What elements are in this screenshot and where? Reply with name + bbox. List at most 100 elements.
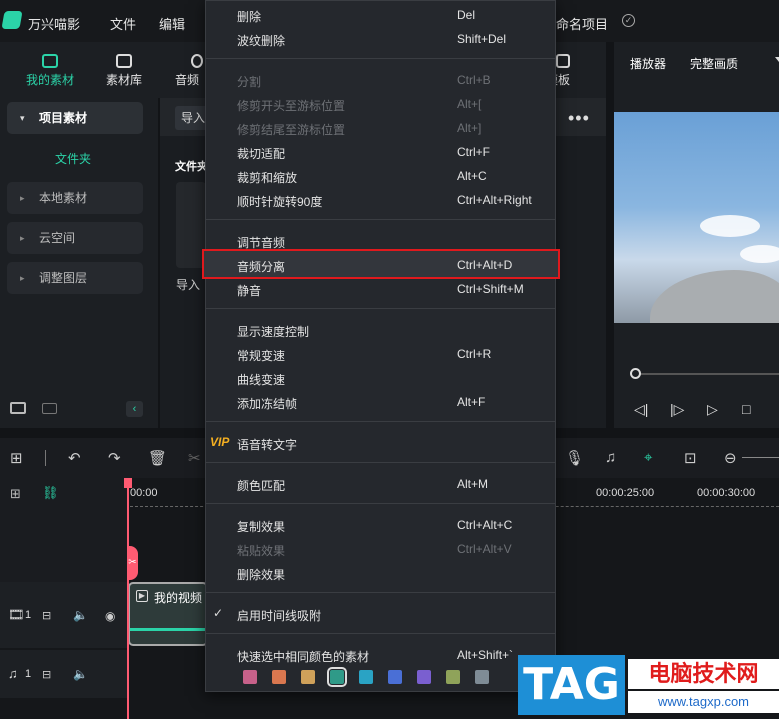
- menu-item-delete[interactable]: 删除: [237, 8, 261, 25]
- layout-icon[interactable]: ⊞: [10, 449, 23, 467]
- menu-item-show-speed[interactable]: 显示速度控制: [237, 323, 309, 340]
- quality-select[interactable]: 完整画质: [690, 55, 738, 72]
- menu-shortcut: Ctrl+Shift+M: [457, 282, 524, 296]
- menu-shortcut: Alt+F: [457, 395, 486, 409]
- menu-item-trim-end[interactable]: 修剪结尾至游标位置: [237, 121, 345, 138]
- chevron-down-icon[interactable]: [775, 57, 779, 62]
- sidebar-item-adjustment-layer[interactable]: 调整图层: [7, 262, 143, 294]
- menu-shortcut: Alt+[: [457, 97, 482, 111]
- delete-icon[interactable]: 🗑: [148, 449, 167, 467]
- menu-edit[interactable]: 编辑: [159, 14, 185, 33]
- audio-edit-icon[interactable]: ♫: [605, 449, 616, 466]
- template-icon: [556, 54, 570, 68]
- menu-item-select-same-color[interactable]: 快速选中相同颜色的素材: [237, 648, 369, 665]
- menu-item-trim-start[interactable]: 修剪开头至游标位置: [237, 97, 345, 114]
- menu-separator: [205, 592, 556, 593]
- audio-track-number: 1: [25, 668, 32, 680]
- zoom-out-icon[interactable]: ⊖: [724, 449, 737, 467]
- menu-separator: [205, 58, 556, 59]
- tab-my-media[interactable]: 我的素材: [15, 42, 85, 98]
- color-swatch[interactable]: [359, 670, 373, 684]
- fit-icon[interactable]: ⊡: [684, 449, 697, 467]
- tab-stock-media[interactable]: 素材库: [89, 42, 159, 98]
- menu-item-freeze-frame[interactable]: 添加冻结帧: [237, 395, 297, 412]
- collapse-sidebar-button[interactable]: ‹: [126, 401, 143, 417]
- play-icon[interactable]: ▷: [707, 401, 718, 418]
- more-options-icon[interactable]: •••: [568, 108, 590, 129]
- redo-icon[interactable]: ↷: [108, 449, 121, 467]
- color-swatch[interactable]: [446, 670, 460, 684]
- undo-icon[interactable]: ↶: [68, 449, 81, 467]
- prev-frame-icon[interactable]: ◁|: [634, 401, 648, 418]
- menu-item-timeline-snap[interactable]: 启用时间线吸附: [237, 607, 321, 624]
- stop-icon[interactable]: □: [742, 401, 750, 417]
- menu-item-detach-audio[interactable]: 音频分离: [237, 258, 285, 275]
- clip-audio-bar: [130, 628, 206, 631]
- color-swatch[interactable]: [272, 670, 286, 684]
- color-swatch[interactable]: [388, 670, 402, 684]
- vip-badge: VIP: [210, 435, 230, 449]
- menu-separator: [205, 633, 556, 634]
- menu-item-color-match[interactable]: 颜色匹配: [237, 477, 285, 494]
- menu-item-speed-ramp[interactable]: 曲线变速: [237, 371, 285, 388]
- link-icon[interactable]: ⛓: [42, 485, 59, 501]
- menu-item-ripple-delete[interactable]: 波纹删除: [237, 32, 285, 49]
- app-name: 万兴喵影: [28, 17, 81, 32]
- snap-icon[interactable]: ⌖: [644, 449, 652, 466]
- new-folder-icon[interactable]: [10, 402, 26, 414]
- menu-shortcut: Ctrl+F: [457, 145, 490, 159]
- folder-icon[interactable]: [42, 403, 57, 414]
- menu-item-uniform-speed[interactable]: 常规变速: [237, 347, 285, 364]
- sidebar-item-local-media[interactable]: 本地素材: [7, 182, 143, 214]
- add-track-icon[interactable]: ⊞: [10, 486, 21, 502]
- scrub-track[interactable]: [634, 373, 779, 375]
- scrub-handle[interactable]: [630, 368, 641, 379]
- color-swatch[interactable]: [301, 670, 315, 684]
- playhead[interactable]: [127, 478, 129, 719]
- split-marker[interactable]: ✂: [127, 546, 138, 580]
- color-swatch[interactable]: [327, 667, 347, 687]
- menu-item-paste-effect[interactable]: 粘贴效果: [237, 542, 285, 559]
- cut-icon[interactable]: ✂: [188, 449, 201, 467]
- menu-item-crop-zoom[interactable]: 裁剪和缩放: [237, 169, 297, 186]
- menu-shortcut: Ctrl+Alt+Right: [457, 193, 532, 207]
- menu-separator: [205, 421, 556, 422]
- volume-icon[interactable]: 🔈: [73, 608, 88, 622]
- menu-item-delete-effect[interactable]: 删除效果: [237, 566, 285, 583]
- lock-icon[interactable]: ⊟: [42, 668, 51, 681]
- menu-item-split[interactable]: 分割: [237, 73, 261, 90]
- color-swatch[interactable]: [243, 670, 257, 684]
- lock-icon[interactable]: ⊟: [42, 609, 51, 622]
- sidebar-item-cloud[interactable]: 云空间: [7, 222, 143, 254]
- menu-item-crop-fit[interactable]: 裁切适配: [237, 145, 285, 162]
- color-swatch[interactable]: [475, 670, 489, 684]
- menu-item-speech-to-text[interactable]: 语音转文字: [237, 436, 297, 453]
- volume-icon[interactable]: 🔈: [73, 667, 88, 681]
- tab-templates[interactable]: 模板: [556, 42, 606, 98]
- cloud-shape: [740, 245, 779, 263]
- video-track-number: 1: [25, 609, 32, 621]
- menu-item-rotate[interactable]: 顺时针旋转90度: [237, 193, 322, 210]
- tab-audio[interactable]: 音频: [163, 42, 205, 98]
- menu-file[interactable]: 文件: [110, 14, 136, 33]
- play-frame-icon[interactable]: |▷: [670, 401, 684, 418]
- menu-separator: [205, 462, 556, 463]
- sidebar-item-project-media[interactable]: 项目素材: [7, 102, 143, 134]
- menu-item-mute[interactable]: 静音: [237, 282, 261, 299]
- folder-header: 文件夹: [175, 161, 208, 173]
- sidebar-item-folder[interactable]: 文件夹: [55, 150, 91, 167]
- color-swatch[interactable]: [417, 670, 431, 684]
- menu-separator: [205, 503, 556, 504]
- video-clip[interactable]: ▶ 我的视频: [128, 582, 208, 646]
- menu-shortcut: Alt+Shift+`: [457, 648, 514, 662]
- zoom-slider[interactable]: [742, 457, 779, 458]
- menu-item-adjust-audio[interactable]: 调节音频: [237, 234, 285, 251]
- project-name[interactable]: 命名项目: [556, 14, 608, 33]
- menu-shortcut: Alt+M: [457, 477, 489, 491]
- playhead-handle[interactable]: [124, 478, 132, 488]
- microphone-icon[interactable]: 🎙: [565, 449, 584, 467]
- eye-icon[interactable]: ◉: [105, 609, 115, 623]
- video-track-icon: 🎞: [8, 607, 25, 622]
- image-icon: [42, 54, 58, 68]
- menu-item-copy-effect[interactable]: 复制效果: [237, 518, 285, 535]
